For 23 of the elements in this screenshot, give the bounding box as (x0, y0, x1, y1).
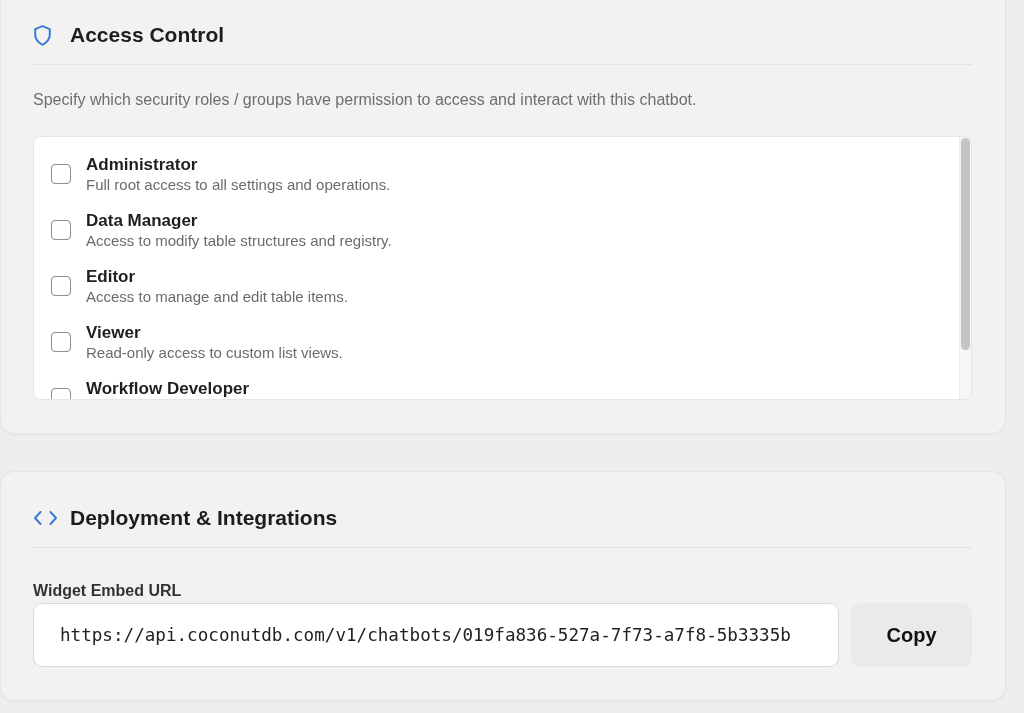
scrollbar-track[interactable] (959, 137, 971, 399)
scrollbar-thumb[interactable] (961, 138, 970, 350)
section-title: Access Control (70, 22, 225, 48)
role-description: Read-only access to custom list views. (86, 343, 343, 363)
checkbox[interactable] (51, 276, 71, 296)
role-description: Access to modify table structures and registry. (86, 231, 392, 251)
role-description: Full root access to all settings and operations. (86, 175, 391, 195)
checkbox[interactable] (51, 220, 71, 240)
copy-button[interactable]: Copy (851, 603, 972, 667)
field-label: Widget Embed URL (33, 581, 182, 601)
section-title: Deployment & Integrations (70, 505, 338, 531)
role-name: Data Manager (86, 211, 198, 231)
url-field[interactable]: https://api.coconutdb.com/v1/chatbots/019fa836-527a-7f73-a7f8-5b3335b (33, 603, 839, 667)
checkbox[interactable] (51, 332, 71, 352)
code-icon (34, 511, 57, 525)
role-name: Administrator (86, 155, 198, 175)
section-description: Specify which security roles / groups have permission to access and interact with this chatbot. (33, 90, 697, 110)
checkbox[interactable] (51, 164, 71, 184)
role-name: Viewer (86, 323, 141, 343)
role-name: Editor (86, 267, 136, 287)
shield-icon (34, 24, 51, 46)
role-name: Workflow Developer (86, 379, 250, 399)
role-description: Access to manage and edit table items. (86, 287, 348, 307)
